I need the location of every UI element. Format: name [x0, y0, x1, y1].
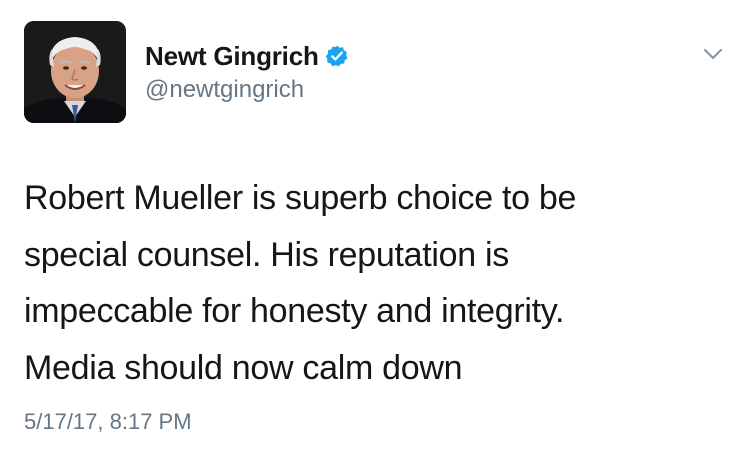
author-display-name[interactable]: Newt Gingrich	[145, 41, 319, 72]
tweet-text-line: special counsel. His reputation is	[24, 235, 509, 274]
author-handle[interactable]: @newtgingrich	[145, 76, 304, 104]
profile-photo-icon	[24, 21, 126, 123]
tweet-text-line: Media should now calm down	[24, 348, 463, 387]
tweet-timestamp[interactable]: 5/17/17, 8:17 PM	[24, 409, 192, 435]
author-name-row[interactable]: Newt Gingrich	[145, 40, 349, 72]
tweet-text-line: Robert Mueller is superb choice to be	[24, 179, 577, 217]
tweet-card: Newt Gingrich @newtgingrich Robert Muell…	[0, 0, 741, 460]
verified-badge-icon	[325, 44, 349, 68]
author-avatar[interactable]	[24, 21, 126, 123]
tweet-text: Robert Mueller is superb choice to be sp…	[24, 170, 724, 396]
chevron-down-icon[interactable]	[702, 46, 724, 62]
tweet-text-line: impeccable for honesty and integrity.	[24, 292, 565, 330]
